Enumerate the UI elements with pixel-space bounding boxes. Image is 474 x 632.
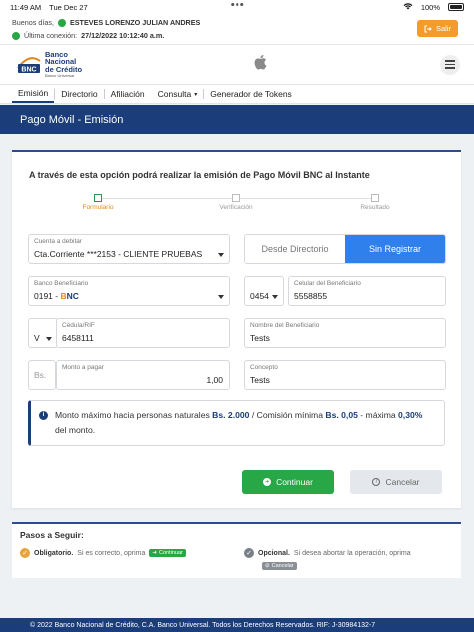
battery-percent: 100% (420, 2, 440, 12)
wifi-icon (403, 2, 413, 12)
nav-item-generador-tokens[interactable]: Generador de Tokens (204, 85, 298, 103)
status-bar: 11:49 AM Tue Dec 27 100% (0, 0, 474, 14)
hamburger-menu-icon[interactable] (440, 54, 460, 75)
form-intro: A través de esta opción podrá realizar l… (29, 170, 370, 180)
logout-button[interactable]: Salir (416, 20, 458, 37)
info-icon: i (39, 411, 48, 420)
doc-id-input[interactable]: Cédula/RIF 6458111 (56, 318, 230, 348)
amount-input[interactable]: Monto a pagar 1,00 (56, 360, 230, 390)
nav-item-consulta[interactable]: Consulta ▾ (152, 85, 204, 103)
guide-optional: ✓ Opcional. Si desea abortar la operació… (244, 548, 411, 558)
chevron-down-icon (46, 337, 52, 341)
beneficiary-name-input[interactable]: Nombre del Beneficiario Tests (244, 318, 446, 348)
cancel-button[interactable]: / Cancelar (350, 470, 442, 494)
limits-notice: i Monto máximo hacia personas naturales … (28, 400, 445, 446)
check-circle-icon: ✓ (244, 548, 254, 558)
last-connection-value: 27/12/2022 10:12:40 a.m. (81, 31, 165, 40)
from-directory-button[interactable]: Desde Directorio (245, 235, 345, 263)
step-verificacion: Verificación (196, 192, 276, 211)
greeting: Buenos días, (12, 18, 54, 27)
app-header: BNC Banco Nacional de Crédito Banco Univ… (0, 44, 474, 84)
clock-icon (12, 31, 20, 40)
nav-item-emision[interactable]: Emisión (12, 85, 55, 103)
chevron-down-icon (218, 253, 224, 257)
logo-text: Banco Nacional de Crédito Banco Universa… (45, 49, 83, 79)
beneficiary-phone-input[interactable]: Celular del Beneficiario 5558855 (288, 276, 446, 306)
step-formulario: Formulario (58, 192, 138, 211)
guide-required: ✓ Obligatorio. Si es correcto, oprima ➜ … (20, 548, 186, 558)
phone-prefix-select[interactable]: 0454 (244, 276, 284, 306)
session-bar: Buenos días, ESTEVES LORENZO JULIAN ANDR… (0, 14, 474, 44)
last-connection-label: Última conexión: (24, 31, 78, 40)
multitask-dots-icon[interactable] (231, 3, 243, 6)
unregistered-button[interactable]: Sin Registrar (345, 235, 445, 263)
ban-icon: / (372, 478, 381, 486)
main-nav: Emisión Directorio Afiliación Consulta ▾… (0, 84, 474, 104)
doc-type-select[interactable]: V (28, 318, 58, 348)
nav-item-afiliacion[interactable]: Afiliación (105, 85, 151, 103)
chevron-down-icon: ▾ (194, 91, 198, 98)
page-title: Pago Móvil - Emisión (0, 105, 474, 134)
battery-icon (448, 3, 464, 11)
concept-input[interactable]: Concepto Tests (244, 360, 446, 390)
logout-label: Salir (435, 24, 451, 33)
continue-chip: ➜ Continuar (149, 549, 186, 557)
guide-panel: Pasos a Seguir: ✓ Obligatorio. Si es cor… (12, 522, 461, 578)
check-circle-icon: ✓ (20, 548, 30, 558)
currency-addon: Bs. (28, 360, 56, 390)
beneficiary-source-toggle: Desde Directorio Sin Registrar (244, 234, 446, 264)
emission-form-card: A través de esta opción podrá realizar l… (12, 150, 461, 508)
bnc-logo-mark: BNC (16, 55, 42, 75)
debit-account-select[interactable]: Cuenta a debitar Cta.Corriente ***2153 -… (28, 234, 230, 264)
footer: © 2022 Banco Nacional de Crédito, C.A. B… (0, 618, 474, 632)
nav-item-directorio[interactable]: Directorio (55, 85, 103, 103)
chevron-down-icon (218, 295, 224, 299)
status-date: Tue Dec 27 (49, 2, 88, 12)
logo-short: BNC (21, 66, 36, 73)
apple-icon (254, 54, 268, 75)
progress-stepper: Formulario Verificación Resultado (12, 192, 461, 214)
arrow-right-icon: ➜ (263, 478, 272, 486)
cancel-chip: ⊘ Cancelar (262, 562, 297, 570)
step-resultado: Resultado (335, 192, 415, 211)
continue-button[interactable]: ➜ Continuar (242, 470, 334, 494)
guide-title: Pasos a Seguir: (20, 530, 84, 540)
status-time: 11:49 AM (10, 2, 42, 12)
beneficiary-bank-select[interactable]: Banco Beneficiario 0191 - BNC (28, 276, 230, 306)
bank-value: 0191 - BNC (34, 291, 79, 301)
chevron-down-icon (272, 295, 278, 299)
bnc-logo[interactable]: BNC Banco Nacional de Crédito Banco Univ… (16, 49, 83, 79)
logout-icon (424, 25, 432, 32)
user-icon (57, 18, 66, 27)
user-name: ESTEVES LORENZO JULIAN ANDRES (69, 18, 201, 27)
